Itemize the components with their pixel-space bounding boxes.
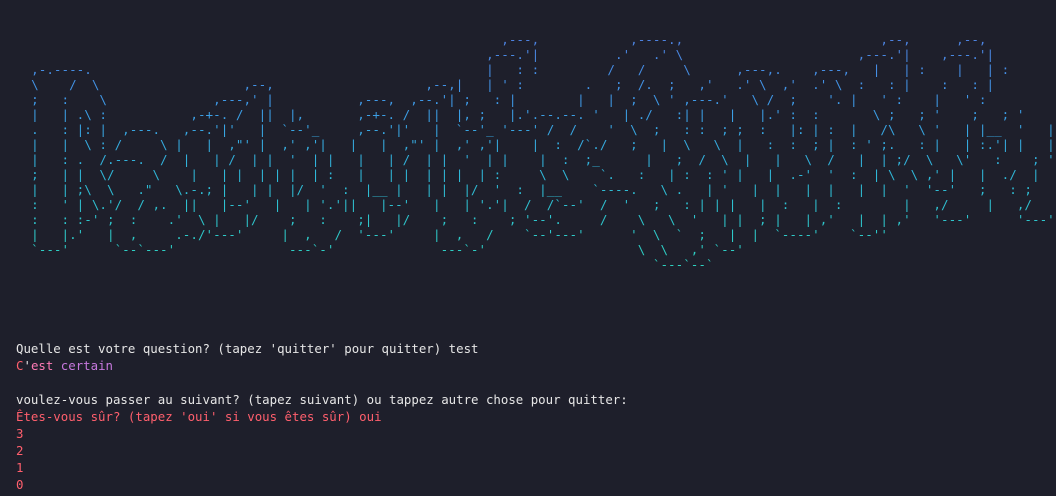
ascii-banner: ,---, ,----., ,--, ,--, ,---.'| .' .' \ … <box>16 32 1056 272</box>
question-prompt-line: Quelle est votre question? (tapez 'quitt… <box>16 341 479 356</box>
terminal-window[interactable]: ,---, ,----., ,--, ,--, ,---.'| .' .' \ … <box>0 0 1056 496</box>
countdown-line: 1 <box>16 460 24 475</box>
answer-line: C'est certain <box>16 357 1046 374</box>
terminal-output: Quelle est votre question? (tapez 'quitt… <box>16 340 1046 493</box>
confirm-prompt-line: Êtes-vous sûr? (tapez 'oui' si vous êtes… <box>16 409 382 424</box>
next-prompt-line: voulez-vous passer au suivant? (tapez su… <box>16 392 628 407</box>
answer-word-est: est <box>30 358 61 373</box>
countdown-line: 2 <box>16 443 24 458</box>
answer-word-certain: certain <box>60 358 113 373</box>
countdown-line: 0 <box>16 477 24 492</box>
answer-apostrophe: ' <box>23 358 31 373</box>
countdown-line: 3 <box>16 426 24 441</box>
